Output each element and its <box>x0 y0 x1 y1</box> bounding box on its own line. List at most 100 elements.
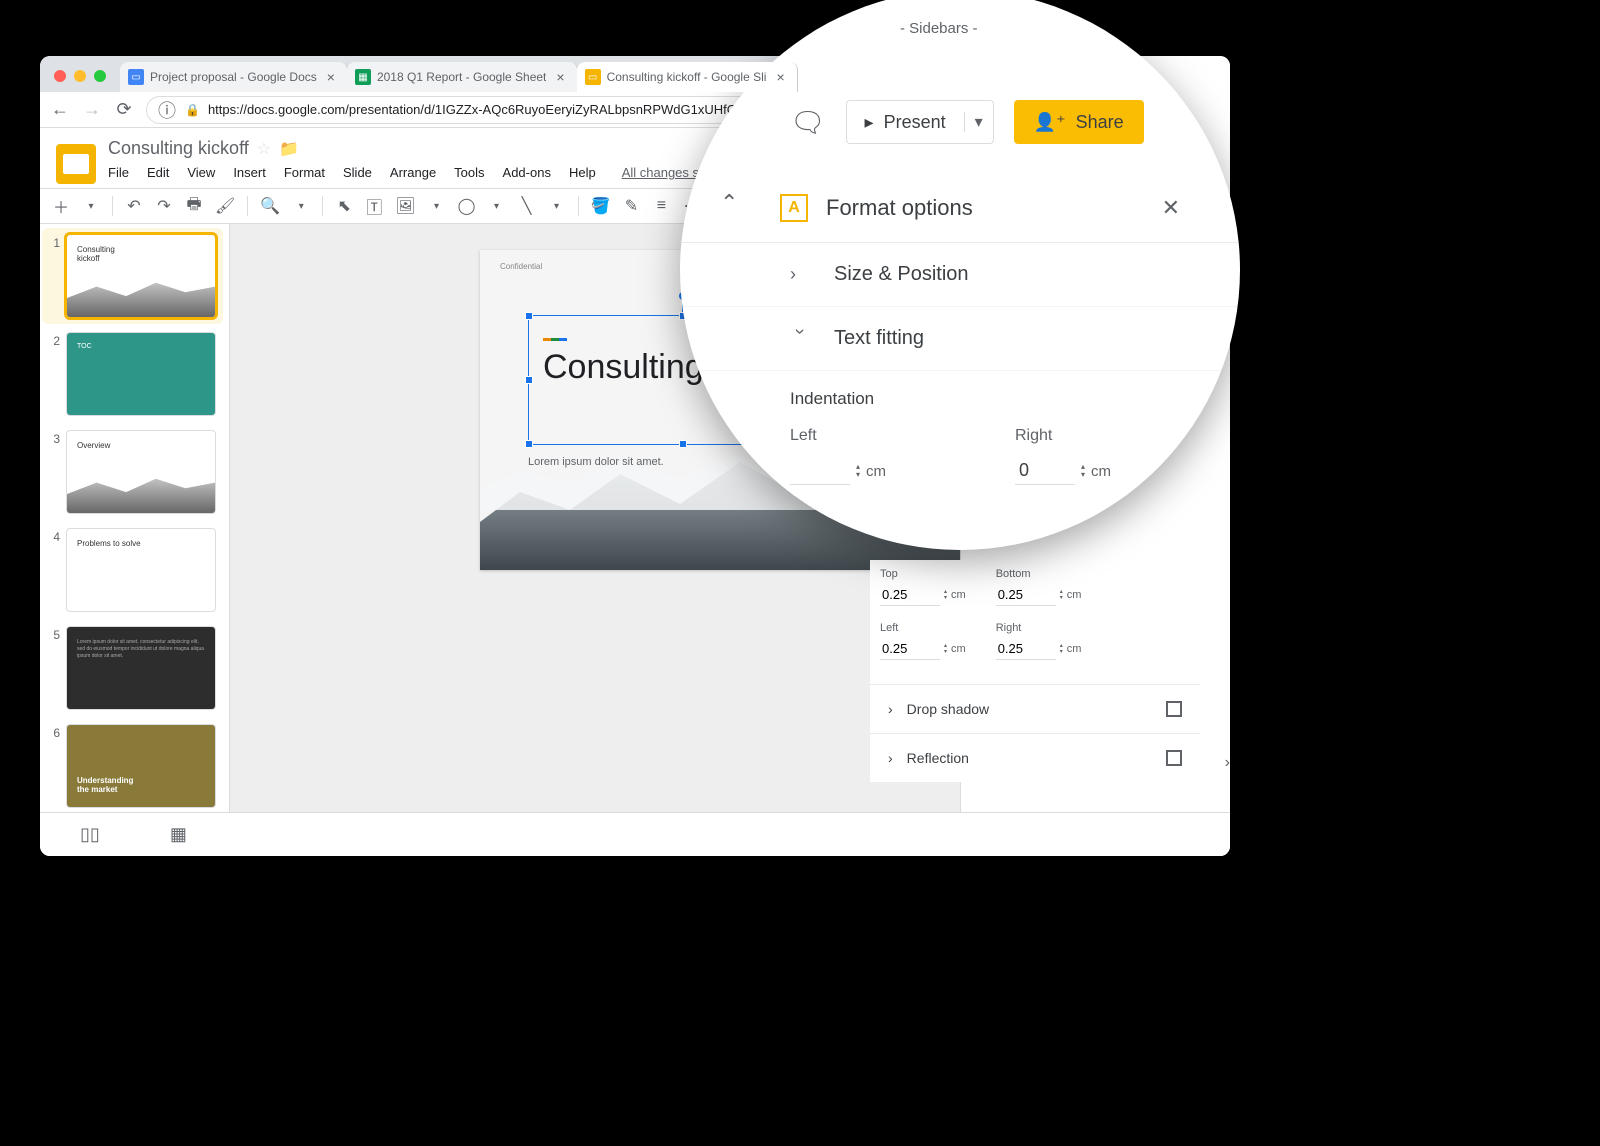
window-minimize[interactable] <box>74 70 86 82</box>
new-slide-button[interactable]: ＋ <box>48 193 74 219</box>
collapse-icon[interactable]: ⌃ <box>720 190 738 216</box>
line-menu[interactable]: ▾ <box>544 193 570 219</box>
stepper-icon[interactable]: ▴▾ <box>1081 463 1085 479</box>
format-options-header: A Format options ✕ <box>680 164 1240 243</box>
thumb-title: Consulting kickoff <box>77 245 115 263</box>
close-icon[interactable]: × <box>772 69 788 85</box>
zoom-icon[interactable]: 🔍 <box>256 193 284 219</box>
thumbnail-4[interactable]: 4 Problems to solve <box>46 528 219 612</box>
padding-bottom-input[interactable] <box>996 584 1056 606</box>
present-dropdown[interactable]: ▾ <box>964 112 993 132</box>
traffic-lights <box>54 70 106 82</box>
stepper-icon[interactable]: ▴▾ <box>1060 589 1063 601</box>
padding-top-input[interactable] <box>880 584 940 606</box>
tab-sheets[interactable]: ▦ 2018 Q1 Report - Google Sheet × <box>347 62 578 92</box>
menu-format[interactable]: Format <box>284 165 325 180</box>
menu-addons[interactable]: Add-ons <box>503 165 551 180</box>
tab-label: Consulting kickoff - Google Sli <box>607 70 767 84</box>
menu-arrange[interactable]: Arrange <box>390 165 436 180</box>
stepper-icon[interactable]: ▴▾ <box>944 589 947 601</box>
folder-icon[interactable]: 📁 <box>279 139 299 159</box>
thumbnail-5[interactable]: 5 Lorem ipsum dolor sit amet, consectetu… <box>46 626 219 710</box>
share-button[interactable]: 👤⁺ Share <box>1014 100 1144 144</box>
tab-slides[interactable]: ▭ Consulting kickoff - Google Sli × <box>577 62 798 92</box>
star-icon[interactable]: ☆ <box>257 139 271 159</box>
stepper-icon[interactable]: ▴▾ <box>856 463 860 479</box>
comment-icon[interactable]: 🗨 <box>790 106 826 139</box>
padding-left-label: Left <box>880 622 966 634</box>
slides-logo-icon[interactable] <box>56 144 96 184</box>
menu-edit[interactable]: Edit <box>147 165 169 180</box>
textbox-icon[interactable]: 🅃 <box>361 193 387 219</box>
border-color-icon[interactable]: ✎ <box>618 193 644 219</box>
thumbnail-2[interactable]: 2 TOC <box>46 332 219 416</box>
size-position-section[interactable]: › Size & Position <box>680 243 1240 307</box>
tab-docs[interactable]: ▭ Project proposal - Google Docs × <box>120 62 348 92</box>
format-panel-lower: Top ▴▾ cm Bottom ▴▾ cm Left ▴▾ cm <box>870 560 1200 782</box>
film-strip[interactable]: 1 Consulting kickoff 2 TOC 3 Overview 4 … <box>40 224 230 856</box>
resize-handle[interactable] <box>525 440 533 448</box>
thumbnail-6[interactable]: 6 Understanding the market <box>46 724 219 808</box>
indentation-header: Indentation <box>790 389 1180 409</box>
padding-right-input[interactable] <box>996 638 1056 660</box>
checkbox[interactable] <box>1166 750 1182 766</box>
expand-panel-icon[interactable]: › <box>1225 754 1230 772</box>
site-info-icon[interactable]: ⓘ <box>157 100 177 120</box>
shape-menu[interactable]: ▾ <box>484 193 510 219</box>
section-label: Reflection <box>907 750 969 766</box>
slide-subtitle[interactable]: Lorem ipsum dolor sit amet. <box>528 456 664 468</box>
stepper-icon[interactable]: ▴▾ <box>944 643 947 655</box>
redo-icon[interactable]: ↷ <box>151 193 177 219</box>
window-close[interactable] <box>54 70 66 82</box>
image-menu[interactable]: ▾ <box>424 193 450 219</box>
section-label: Text fitting <box>834 327 924 350</box>
grid-view-icon[interactable]: ▦ <box>170 824 187 845</box>
indent-right-input[interactable] <box>1015 457 1075 485</box>
menu-tools[interactable]: Tools <box>454 165 484 180</box>
menu-view[interactable]: View <box>187 165 215 180</box>
close-icon[interactable]: ✕ <box>1162 195 1180 221</box>
line-icon[interactable]: ╲ <box>514 193 540 219</box>
tab-label: Project proposal - Google Docs <box>150 70 317 84</box>
back-icon[interactable]: ← <box>50 100 70 120</box>
padding-left-input[interactable] <box>880 638 940 660</box>
zoom-menu[interactable]: ▾ <box>288 193 314 219</box>
resize-handle[interactable] <box>525 312 533 320</box>
paint-format-icon[interactable]: 🖌 <box>211 193 239 219</box>
new-slide-menu[interactable]: ▾ <box>78 193 104 219</box>
indent-left-input[interactable] <box>790 457 850 485</box>
menu-slide[interactable]: Slide <box>343 165 372 180</box>
resize-handle[interactable] <box>525 376 533 384</box>
unit-label: cm <box>951 643 966 655</box>
menu-help[interactable]: Help <box>569 165 596 180</box>
section-label: Drop shadow <box>907 701 990 717</box>
thumbnail-3[interactable]: 3 Overview <box>46 430 219 514</box>
thumb-number: 6 <box>46 724 60 808</box>
filmstrip-view-icon[interactable]: ▯▯ <box>80 824 100 845</box>
thumb-title: Understanding the market <box>77 776 133 795</box>
thumbnail-1[interactable]: 1 Consulting kickoff <box>42 228 223 324</box>
close-icon[interactable]: × <box>323 69 339 85</box>
menu-insert[interactable]: Insert <box>233 165 266 180</box>
fill-color-icon[interactable]: 🪣 <box>587 193 615 219</box>
image-icon[interactable]: 🖼 <box>391 193 419 219</box>
reflection-section[interactable]: › Reflection <box>870 733 1200 782</box>
undo-icon[interactable]: ↶ <box>121 193 147 219</box>
stepper-icon[interactable]: ▴▾ <box>1060 643 1063 655</box>
unit-label: cm <box>951 589 966 601</box>
reload-icon[interactable]: ⟳ <box>114 100 134 120</box>
border-weight-icon[interactable]: ≡ <box>648 193 674 219</box>
sheets-icon: ▦ <box>355 69 371 85</box>
document-title[interactable]: Consulting kickoff <box>108 138 249 159</box>
menu-file[interactable]: File <box>108 165 129 180</box>
present-button[interactable]: ▸Present ▾ <box>846 100 994 144</box>
select-icon[interactable]: ⬉ <box>331 193 357 219</box>
checkbox[interactable] <box>1166 701 1182 717</box>
window-maximize[interactable] <box>94 70 106 82</box>
print-icon[interactable]: 🖶 <box>181 193 207 219</box>
shape-icon[interactable]: ◯ <box>454 193 480 219</box>
close-icon[interactable]: × <box>552 69 568 85</box>
forward-icon[interactable]: → <box>82 100 102 120</box>
drop-shadow-section[interactable]: › Drop shadow <box>870 684 1200 733</box>
text-fitting-section[interactable]: › Text fitting <box>680 307 1240 371</box>
